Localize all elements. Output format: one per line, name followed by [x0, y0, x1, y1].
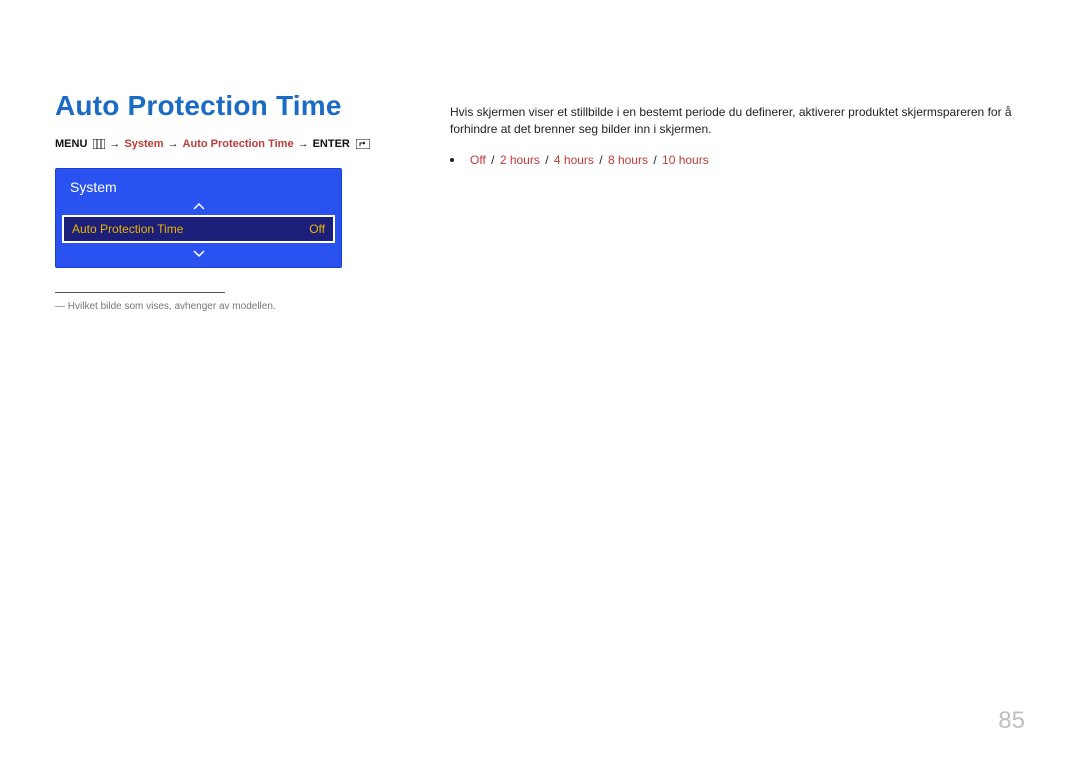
option-2: 4 hours	[554, 153, 594, 167]
page-number: 85	[998, 707, 1025, 735]
footnote: ― Hvilket bilde som vises, avhenger av m…	[55, 301, 400, 312]
content-columns: Auto Protection Time MENU → System → Aut…	[55, 60, 1025, 312]
breadcrumb-arrow-3: →	[298, 138, 309, 150]
breadcrumb-arrow-2: →	[168, 138, 179, 150]
bullet-icon	[450, 158, 454, 162]
option-4: 10 hours	[662, 153, 709, 167]
page: Auto Protection Time MENU → System → Aut…	[0, 0, 1080, 763]
footnote-text: Hvilket bilde som vises, avhenger av mod…	[68, 301, 276, 312]
osd-selected-row[interactable]: Auto Protection Time Off	[62, 215, 335, 243]
option-1: 2 hours	[500, 153, 540, 167]
options-list: Off / 2 hours / 4 hours / 8 hours / 10 h…	[470, 153, 709, 167]
breadcrumb-item: Auto Protection Time	[183, 138, 294, 150]
page-title: Auto Protection Time	[55, 90, 400, 122]
chevron-up-icon[interactable]	[193, 198, 205, 215]
breadcrumb: MENU → System → Auto Protection Time → E…	[55, 138, 400, 150]
right-column: Hvis skjermen viser et stillbilde i en b…	[450, 60, 1025, 312]
left-column: Auto Protection Time MENU → System → Aut…	[55, 60, 400, 312]
chevron-down-icon[interactable]	[193, 245, 205, 262]
option-0: Off	[470, 153, 486, 167]
breadcrumb-menu: MENU	[55, 138, 87, 150]
breadcrumb-enter: ENTER	[313, 138, 350, 150]
option-sep-0: /	[491, 153, 494, 167]
breadcrumb-system: System	[124, 138, 163, 150]
osd-header-label: System	[70, 179, 117, 195]
osd-widget: System Auto Protection Time Off	[55, 168, 342, 268]
enter-icon	[356, 139, 370, 149]
osd-header: System	[56, 169, 341, 201]
option-sep-3: /	[653, 153, 656, 167]
description-text: Hvis skjermen viser et stillbilde i en b…	[450, 104, 1025, 139]
osd-up-arrow-row	[56, 201, 341, 213]
option-sep-2: /	[599, 153, 602, 167]
menu-grid-icon	[93, 139, 105, 149]
option-sep-1: /	[545, 153, 548, 167]
osd-row-label: Auto Protection Time	[72, 222, 183, 236]
osd-row-value: Off	[309, 222, 325, 236]
osd-down-arrow-row	[56, 245, 341, 267]
option-3: 8 hours	[608, 153, 648, 167]
breadcrumb-arrow-1: →	[109, 138, 120, 150]
footnote-divider	[55, 292, 225, 293]
footnote-prefix: ―	[55, 301, 65, 312]
options-line: Off / 2 hours / 4 hours / 8 hours / 10 h…	[450, 153, 1025, 167]
